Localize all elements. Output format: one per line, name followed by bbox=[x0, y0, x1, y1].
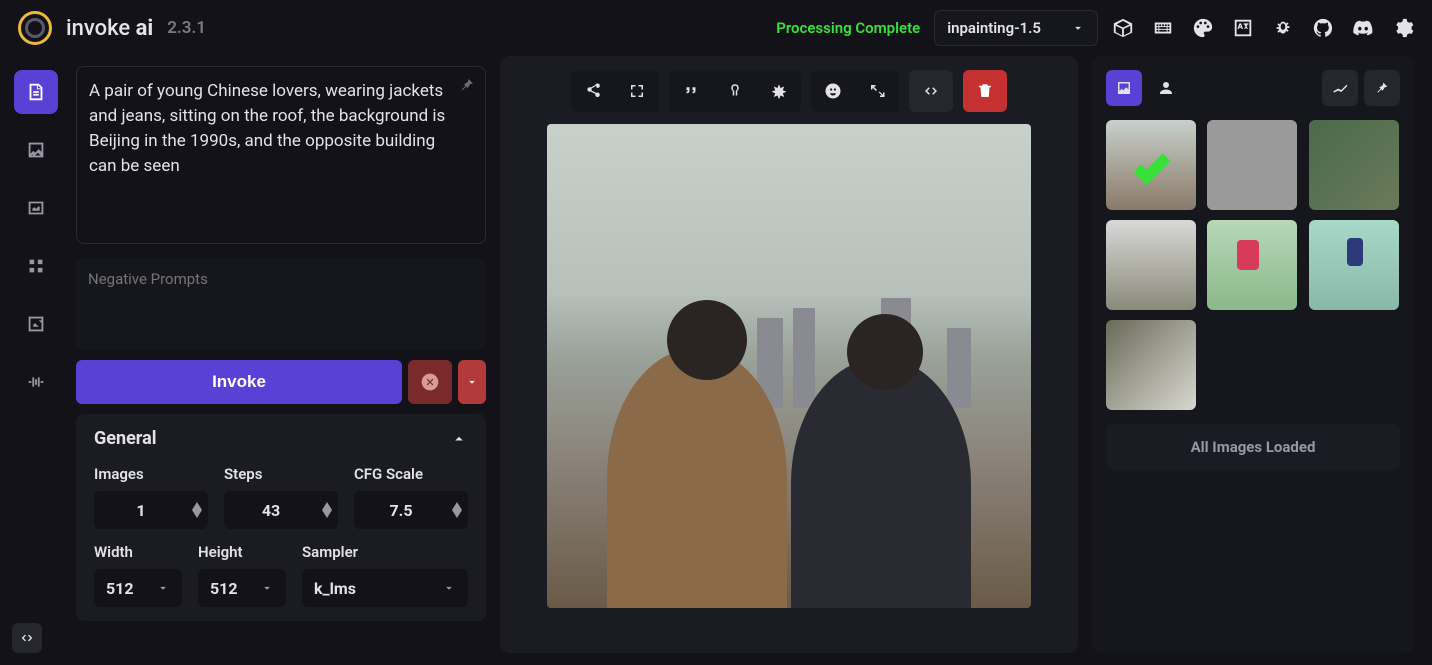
nav-canvas[interactable] bbox=[14, 186, 58, 230]
sampler-label: Sampler bbox=[302, 543, 468, 561]
discord-icon[interactable] bbox=[1352, 17, 1374, 39]
all-params-button[interactable] bbox=[757, 70, 801, 112]
cancel-button[interactable] bbox=[408, 360, 452, 404]
negative-prompt-input[interactable] bbox=[76, 258, 486, 350]
parameters-panel: Invoke General Images 1 Steps 43 CFG Sca… bbox=[76, 56, 486, 653]
invoke-dropdown[interactable] bbox=[458, 360, 486, 404]
height-label: Height bbox=[198, 543, 286, 561]
steps-input[interactable]: 43 bbox=[224, 491, 338, 529]
images-label: Images bbox=[94, 465, 208, 483]
gallery-tab-user[interactable] bbox=[1148, 70, 1184, 106]
image-viewer bbox=[500, 56, 1078, 653]
logo-icon bbox=[18, 11, 52, 45]
keyboard-icon[interactable] bbox=[1152, 17, 1174, 39]
console-toggle[interactable] bbox=[12, 623, 42, 653]
prompt-input[interactable] bbox=[76, 66, 486, 244]
chevron-up-icon[interactable] bbox=[450, 430, 468, 448]
facefix-button[interactable] bbox=[811, 70, 855, 112]
cfg-label: CFG Scale bbox=[354, 465, 468, 483]
gallery-thumb[interactable] bbox=[1309, 120, 1399, 210]
version-label: 2.3.1 bbox=[167, 18, 206, 38]
upscale-button[interactable] bbox=[855, 70, 899, 112]
chevron-down-icon bbox=[1071, 21, 1085, 35]
cfg-input[interactable]: 7.5 bbox=[354, 491, 468, 529]
nav-nodes[interactable] bbox=[14, 244, 58, 288]
invoke-button[interactable]: Invoke bbox=[76, 360, 402, 404]
gallery-thumb[interactable] bbox=[1106, 220, 1196, 310]
code-button[interactable] bbox=[909, 70, 953, 112]
app-header: invoke ai 2.3.1 Processing Complete inpa… bbox=[0, 0, 1432, 56]
model-selector-value: inpainting-1.5 bbox=[947, 19, 1041, 37]
general-section: General Images 1 Steps 43 CFG Scale 7.5 … bbox=[76, 414, 486, 621]
all-loaded-label: All Images Loaded bbox=[1106, 424, 1400, 470]
quote-button[interactable] bbox=[669, 70, 713, 112]
github-icon[interactable] bbox=[1312, 17, 1334, 39]
gallery-thumb[interactable] bbox=[1309, 220, 1399, 310]
height-select[interactable]: 512 bbox=[198, 569, 286, 607]
language-icon[interactable] bbox=[1232, 17, 1254, 39]
cube-icon[interactable] bbox=[1112, 17, 1134, 39]
gallery-pin[interactable] bbox=[1364, 70, 1400, 106]
nav-training[interactable] bbox=[14, 360, 58, 404]
gallery-thumb[interactable] bbox=[1106, 120, 1196, 210]
width-label: Width bbox=[94, 543, 182, 561]
share-button[interactable] bbox=[571, 70, 615, 112]
nav-img2img[interactable] bbox=[14, 128, 58, 172]
seed-button[interactable] bbox=[713, 70, 757, 112]
brand-label: invoke ai bbox=[66, 16, 153, 41]
width-select[interactable]: 512 bbox=[94, 569, 182, 607]
nav-rail bbox=[14, 56, 62, 653]
palette-icon[interactable] bbox=[1192, 17, 1214, 39]
steps-label: Steps bbox=[224, 465, 338, 483]
bug-icon[interactable] bbox=[1272, 17, 1294, 39]
gear-icon[interactable] bbox=[1392, 17, 1414, 39]
general-title: General bbox=[94, 428, 157, 449]
model-selector[interactable]: inpainting-1.5 bbox=[934, 10, 1098, 46]
images-input[interactable]: 1 bbox=[94, 491, 208, 529]
delete-button[interactable] bbox=[963, 70, 1007, 112]
gallery-thumb[interactable] bbox=[1207, 120, 1297, 210]
gallery-tab-results[interactable] bbox=[1106, 70, 1142, 106]
nav-text2img[interactable] bbox=[14, 70, 58, 114]
sampler-select[interactable]: k_lms bbox=[302, 569, 468, 607]
status-text: Processing Complete bbox=[776, 19, 920, 37]
gallery-settings[interactable] bbox=[1322, 70, 1358, 106]
gallery-panel: All Images Loaded bbox=[1092, 56, 1414, 653]
fullscreen-button[interactable] bbox=[615, 70, 659, 112]
gallery-thumb[interactable] bbox=[1106, 320, 1196, 410]
result-image[interactable] bbox=[547, 124, 1031, 608]
gallery-thumb[interactable] bbox=[1207, 220, 1297, 310]
nav-postprocess[interactable] bbox=[14, 302, 58, 346]
viewer-toolbar bbox=[571, 70, 1007, 112]
pin-icon[interactable] bbox=[458, 76, 476, 94]
